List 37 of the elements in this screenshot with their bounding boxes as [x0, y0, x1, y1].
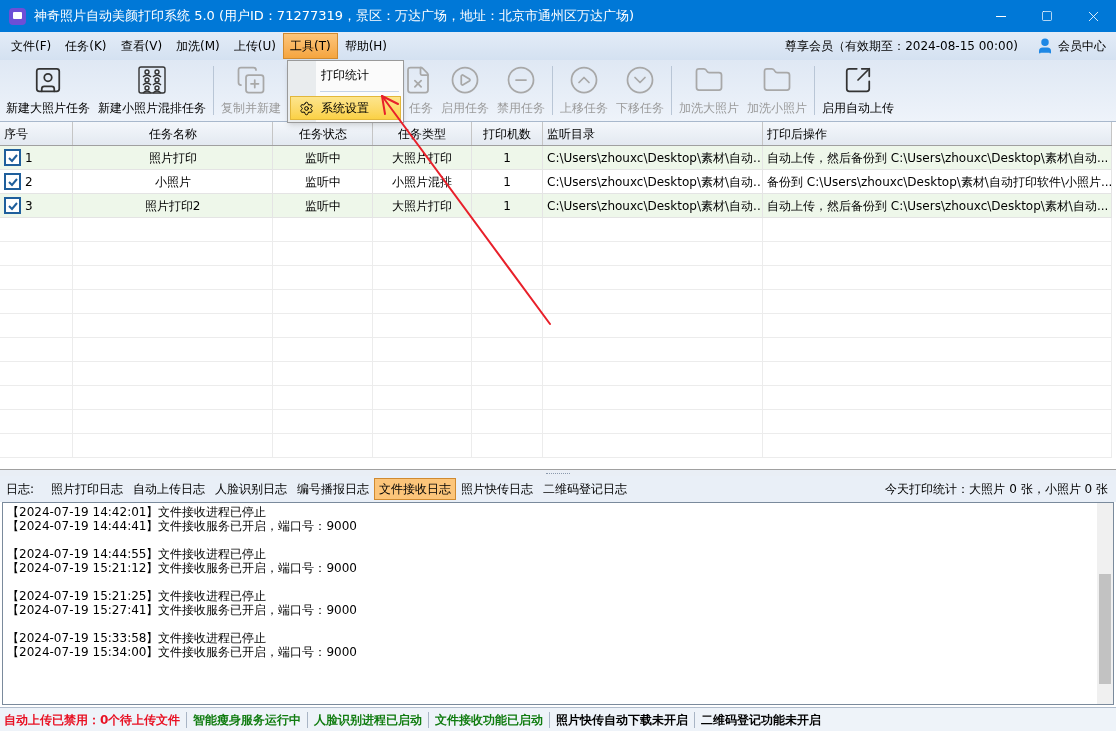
table-cell: 备份到 C:\Users\zhouxc\Desktop\素材\自动打印软件\小照片...	[763, 170, 1112, 193]
table-cell: 大照片打印	[373, 194, 472, 217]
table-cell: 自动上传，然后备份到 C:\Users\zhouxc\Desktop\素材\自动...	[763, 194, 1112, 217]
table-cell: 监听中	[273, 194, 373, 217]
table-cell: 监听中	[273, 146, 373, 169]
print-stats-text: 今天打印统计：大照片 0 张，小照片 0 张	[885, 481, 1108, 498]
window-title: 神奇照片自动美颜打印系统 5.0 (用户ID：71277319，景区：万达广场，地址：北京市通州区万达广场)	[34, 7, 635, 26]
table-cell: C:\Users\zhouxc\Desktop\素材\自动...	[543, 170, 763, 193]
status-text: 照片快传自动下载未开启	[556, 711, 689, 729]
table-cell: 监听中	[273, 170, 373, 193]
table-cell: 照片打印	[73, 146, 273, 169]
row-number: 1	[25, 149, 33, 167]
log-line: 【2024-07-19 14:42:01】文件接收进程已停止	[7, 505, 268, 519]
row-number: 3	[25, 197, 33, 215]
log-line: 【2024-07-19 15:33:58】文件接收进程已停止	[7, 631, 268, 645]
log-line: 【2024-07-19 14:44:41】文件接收服务已开启，端口号：9000	[7, 519, 358, 533]
table-cell: C:\Users\zhouxc\Desktop\素材\自动...	[543, 146, 763, 169]
table-cell: 1	[472, 194, 543, 217]
status-text: 智能瘦身服务运行中	[193, 711, 302, 729]
log-line: 【2024-07-19 15:21:12】文件接收服务已开启，端口号：9000	[7, 561, 358, 575]
log-line: 【2024-07-19 15:21:25】文件接收进程已停止	[7, 589, 268, 603]
status-text: 文件接收功能已启动	[435, 711, 544, 729]
log-label: 日志:	[6, 481, 35, 498]
status-text: 自动上传已禁用：0个待上传文件	[4, 711, 181, 729]
log-line: 【2024-07-19 15:34:00】文件接收服务已开启，端口号：9000	[7, 645, 358, 659]
table-cell: C:\Users\zhouxc\Desktop\素材\自动...	[543, 194, 763, 217]
log-line: 【2024-07-19 15:27:41】文件接收服务已开启，端口号：9000	[7, 603, 358, 617]
table-cell: 1	[472, 146, 543, 169]
status-text: 二维码登记功能未开启	[701, 711, 822, 729]
membership-text: 尊享会员（有效期至：2024-08-15 00:00)	[785, 38, 1018, 55]
status-text: 人脸识别进程已启动	[314, 711, 423, 729]
table-cell: 自动上传，然后备份到 C:\Users\zhouxc\Desktop\素材\自动...	[763, 146, 1112, 169]
table-cell: 1	[472, 170, 543, 193]
row-number: 2	[25, 173, 33, 191]
table-cell: 小照片	[73, 170, 273, 193]
log-line: 【2024-07-19 14:44:55】文件接收进程已停止	[7, 547, 268, 561]
table-cell: 照片打印2	[73, 194, 273, 217]
